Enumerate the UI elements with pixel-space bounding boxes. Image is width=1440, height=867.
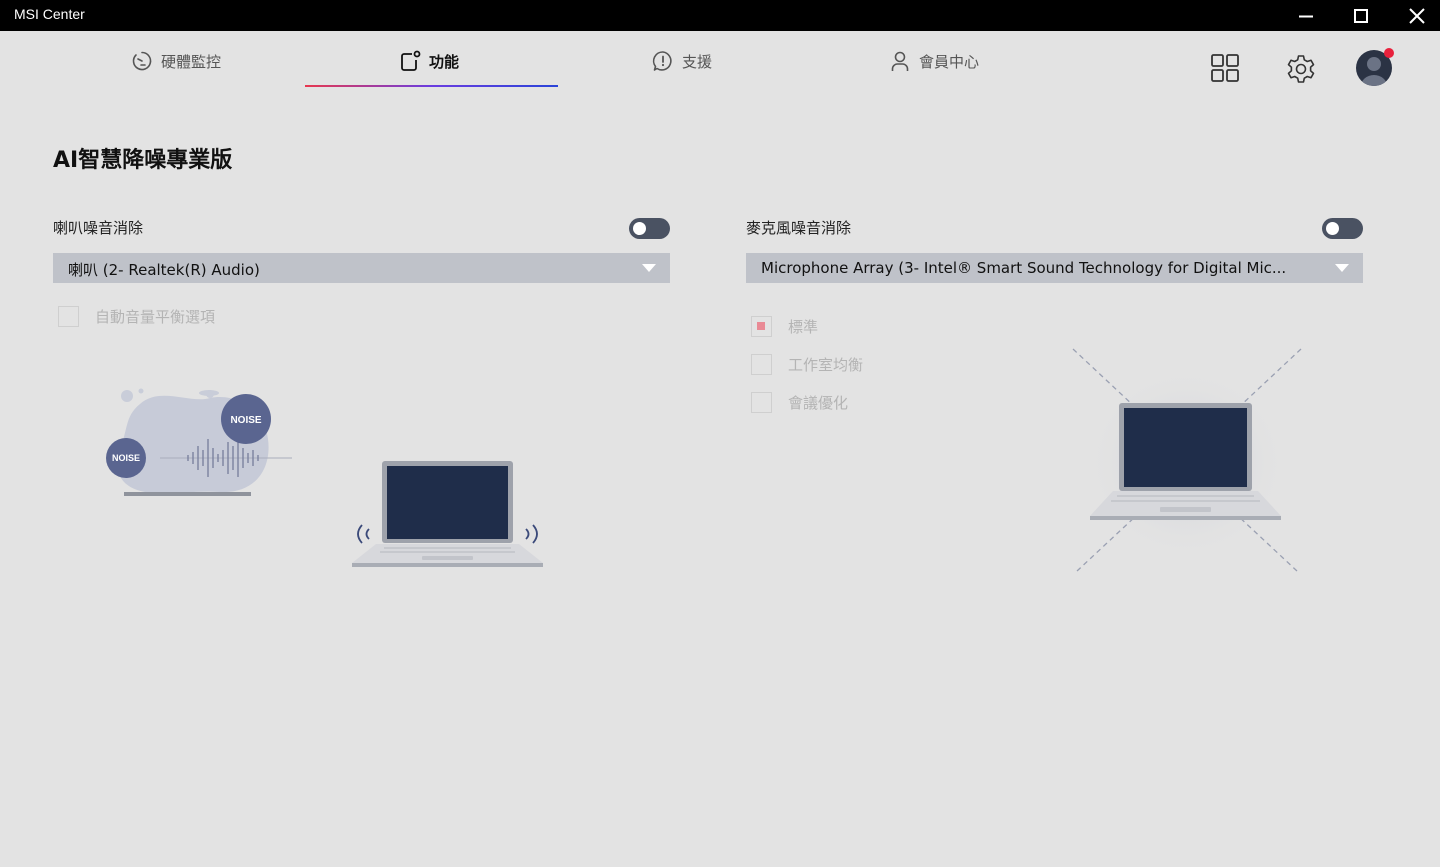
notification-badge: [1384, 48, 1394, 58]
grid-icon: [1211, 54, 1239, 82]
laptop-speaker-illustration: [352, 461, 543, 567]
auto-volume-balance-option[interactable]: 自動音量平衡選項: [58, 306, 215, 327]
mic-noise-cancel-toggle[interactable]: [1322, 218, 1363, 239]
close-button[interactable]: [1394, 0, 1440, 31]
speaker-noise-cancel-label: 喇叭噪音消除: [53, 219, 144, 237]
title-bar: MSI Center: [0, 0, 1440, 31]
active-tab-indicator: [305, 85, 558, 87]
mic-device-select[interactable]: Microphone Array (3- Intel® Smart Sound …: [746, 253, 1363, 283]
tab-support[interactable]: 支援: [652, 49, 712, 73]
tab-features[interactable]: 功能: [399, 49, 459, 73]
tab-label: 功能: [429, 52, 460, 71]
close-icon: [1409, 7, 1425, 24]
selected-device: Microphone Array (3- Intel® Smart Sound …: [761, 259, 1287, 277]
laptop-mic-illustration: [1072, 348, 1302, 572]
chevron-down-icon: [1335, 264, 1349, 272]
window-title: MSI Center: [14, 6, 85, 22]
selected-device: 喇叭 (2- Realtek(R) Audio): [68, 261, 260, 279]
speaker-device-select[interactable]: 喇叭 (2- Realtek(R) Audio): [53, 253, 670, 283]
checkbox-label: 工作室均衡: [788, 356, 864, 374]
svg-text:NOISE: NOISE: [112, 453, 140, 463]
svg-text:NOISE: NOISE: [230, 415, 261, 426]
noise-badge: NOISE: [221, 394, 271, 444]
chevron-down-icon: [642, 264, 656, 272]
checkbox-label: 會議優化: [788, 394, 849, 412]
checkbox-label: 自動音量平衡選項: [95, 308, 216, 326]
tab-label: 硬體監控: [161, 52, 222, 71]
user-icon: [891, 51, 909, 71]
settings-button[interactable]: [1285, 53, 1317, 89]
noise-illustration: NOISE NOISE: [106, 388, 292, 496]
tab-label: 會員中心: [919, 52, 980, 71]
checkbox[interactable]: [751, 354, 772, 375]
checkbox[interactable]: [58, 306, 79, 327]
tab-hardware-monitor[interactable]: 硬體監控: [131, 49, 221, 73]
features-icon: [401, 50, 421, 71]
maximize-icon: [1354, 8, 1368, 23]
toggle-knob: [1326, 222, 1339, 235]
mic-noise-cancel-label: 麥克風噪音消除: [746, 219, 852, 237]
minimize-icon: [1299, 15, 1313, 17]
page-title: AI智慧降噪專業版: [53, 148, 233, 173]
mic-mode-standard[interactable]: 標準: [751, 316, 818, 337]
tab-member-center[interactable]: 會員中心: [889, 49, 979, 73]
checkbox[interactable]: [751, 392, 772, 413]
checkbox-label: 標準: [788, 318, 819, 336]
checkbox[interactable]: [751, 316, 772, 337]
toggle-knob: [633, 222, 646, 235]
maximize-button[interactable]: [1338, 0, 1384, 31]
gauge-icon: [132, 51, 152, 71]
dashboard-button[interactable]: [1210, 53, 1240, 87]
gear-icon: [1287, 55, 1315, 83]
support-icon: [652, 51, 672, 71]
tab-label: 支援: [682, 52, 713, 71]
minimize-button[interactable]: [1283, 0, 1329, 31]
mic-mode-studio[interactable]: 工作室均衡: [751, 354, 863, 375]
mic-mode-meeting[interactable]: 會議優化: [751, 392, 848, 413]
speaker-noise-cancel-toggle[interactable]: [629, 218, 670, 239]
noise-badge: NOISE: [106, 438, 146, 478]
